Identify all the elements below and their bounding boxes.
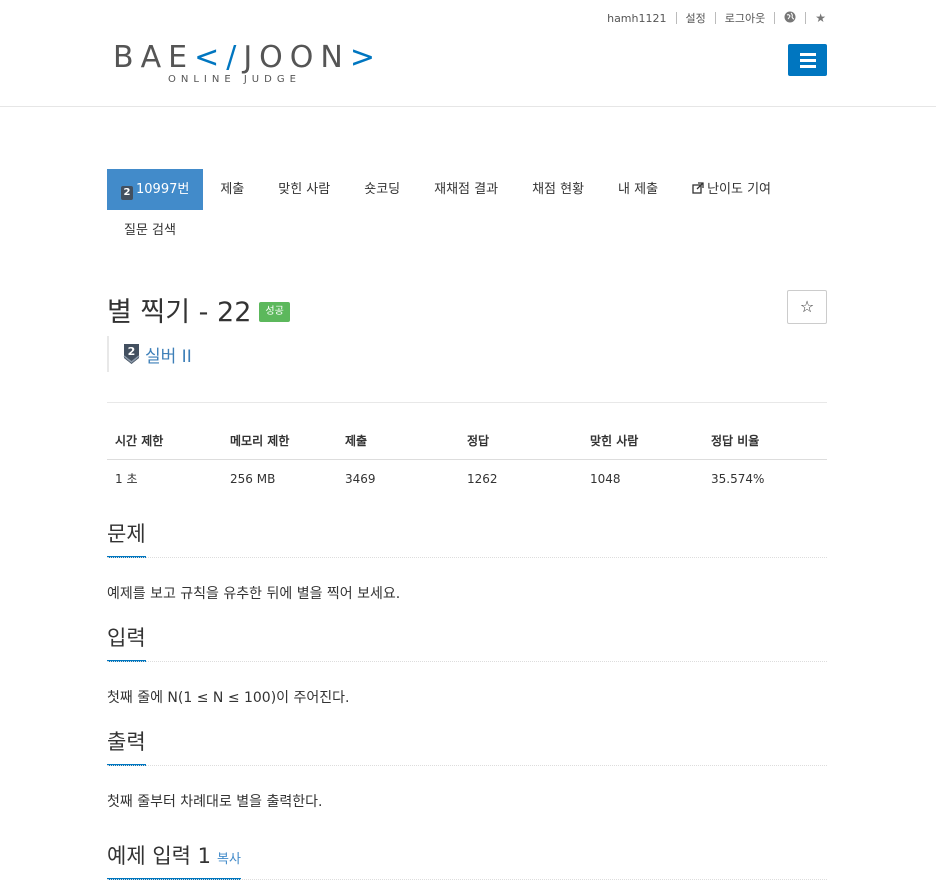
table-cell: 1262 [467, 471, 498, 486]
problem-title: 별 찍기 - 22 [107, 297, 252, 328]
divider [774, 12, 776, 24]
tab-my-submissions[interactable]: 내 제출 [601, 169, 675, 210]
logout-link[interactable]: 로그아웃 [725, 10, 765, 26]
tab-rejudge-results[interactable]: 재채점 결과 [417, 169, 515, 210]
column-header: 제출 [337, 422, 459, 460]
site-logo[interactable]: BAE</JOON> ONLINE JUDGE [113, 40, 382, 85]
external-link-icon [692, 182, 707, 197]
divider [714, 12, 716, 24]
hamburger-menu-button[interactable] [788, 44, 827, 76]
tab-difficulty-contribution[interactable]: 난이도 기여 [675, 169, 788, 210]
input-description: 첫째 줄에 N(1 ≤ N ≤ 100)이 주어진다. [107, 690, 350, 706]
header: hamh1121 설정 로그아웃 ★ BAE</JOON> ONLINE JUD… [0, 0, 936, 107]
user-nav: hamh1121 설정 로그아웃 ★ [607, 10, 826, 26]
column-header: 시간 제한 [107, 422, 222, 460]
column-header: 정답 [459, 422, 582, 460]
tab-judge-status[interactable]: 채점 현황 [515, 169, 601, 210]
output-description: 첫째 줄부터 차례대로 별을 출력한다. [107, 794, 323, 810]
settings-link[interactable]: 설정 [686, 10, 706, 26]
problem-tabs: 2 10997번 제출 맞힌 사람 숏코딩 재채점 결과 채점 현황 내 제출 난… [107, 169, 827, 251]
star-icon[interactable]: ★ [815, 11, 826, 25]
divider [675, 12, 677, 24]
table-cell: 3469 [345, 471, 376, 486]
star-outline-icon: ☆ [799, 297, 815, 316]
tab-problem[interactable]: 2 10997번 [107, 169, 204, 210]
problem-section-heading: 문제 [107, 518, 827, 558]
logo-wordmark: BAE</JOON> [113, 40, 382, 75]
tab-short-coding[interactable]: 숏코딩 [347, 169, 417, 210]
table-cell: 1 초 [115, 472, 138, 486]
globe-icon[interactable] [784, 11, 796, 26]
problem-tier: 2 실버 II [107, 336, 192, 372]
silver-tier-icon: 2 [123, 344, 140, 364]
problem-title-row: 별 찍기 - 22 성공 [107, 290, 290, 329]
favorite-button[interactable]: ☆ [787, 290, 827, 324]
table-cell: 1048 [590, 471, 621, 486]
table-row: 1 초 256 MB 3469 1262 1048 35.574% [107, 460, 827, 498]
input-section-heading: 입력 [107, 622, 827, 662]
example-input-heading: 예제 입력 1 복사 [107, 840, 827, 880]
username-link[interactable]: hamh1121 [607, 12, 666, 25]
table-header-row: 시간 제한 메모리 제한 제출 정답 맞힌 사람 정답 비율 [107, 422, 827, 460]
tab-solvers[interactable]: 맞힌 사람 [261, 169, 347, 210]
menu-bar-icon [799, 64, 816, 68]
column-header: 맞힌 사람 [582, 422, 703, 460]
tab-question-search[interactable]: 질문 검색 [107, 210, 193, 251]
copy-link[interactable]: 복사 [217, 852, 241, 867]
menu-bar-icon [799, 58, 816, 62]
table-cell: 35.574% [711, 471, 765, 486]
tier-badge-icon: 2 [121, 186, 133, 200]
problem-description: 예제를 보고 규칙을 유추한 뒤에 별을 찍어 보세요. [107, 586, 401, 602]
tab-submit[interactable]: 제출 [203, 169, 261, 210]
tier-label: 실버 II [145, 346, 192, 367]
table-cell: 256 MB [230, 471, 276, 486]
divider [805, 12, 807, 24]
output-section-heading: 출력 [107, 726, 827, 766]
svg-text:2: 2 [128, 345, 136, 358]
menu-bar-icon [799, 52, 816, 56]
column-header: 메모리 제한 [222, 422, 337, 460]
status-badge: 성공 [259, 301, 290, 322]
column-header: 정답 비율 [703, 422, 827, 460]
problem-info-table: 시간 제한 메모리 제한 제출 정답 맞힌 사람 정답 비율 1 초 256 M… [107, 422, 827, 497]
divider [107, 402, 827, 403]
